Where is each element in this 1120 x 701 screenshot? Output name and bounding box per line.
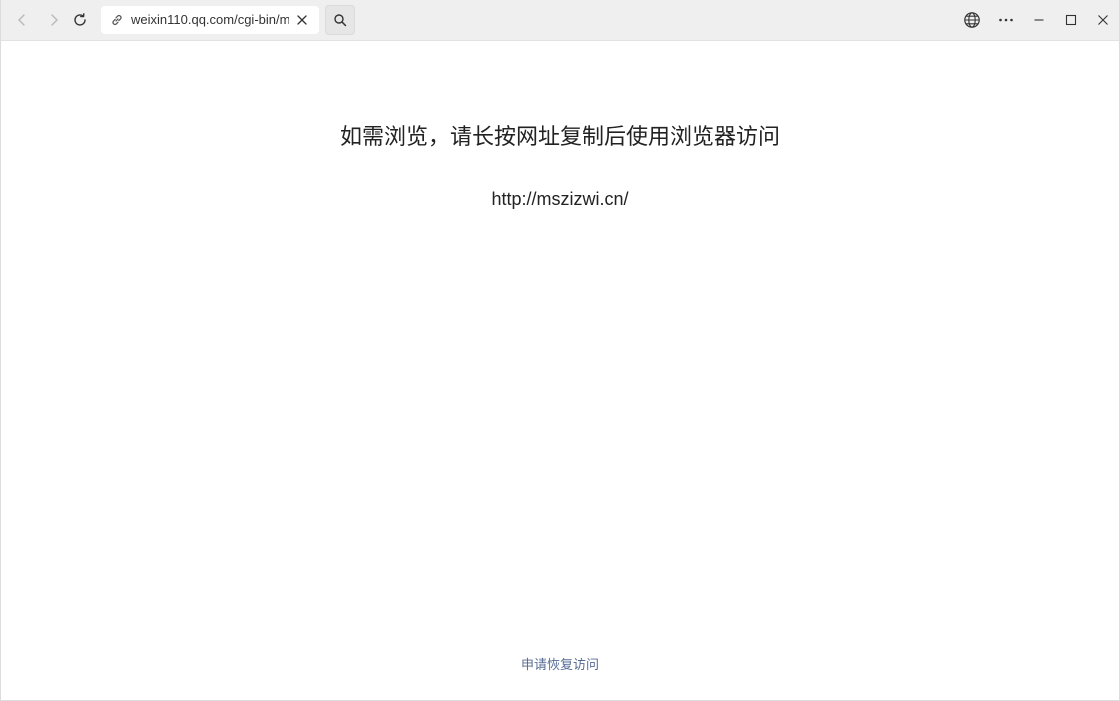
close-icon[interactable]: [295, 13, 309, 27]
chevron-left-icon: [18, 14, 25, 26]
more-icon: [999, 18, 1013, 22]
maximize-button[interactable]: [1057, 6, 1085, 34]
minimize-button[interactable]: [1025, 6, 1053, 34]
close-icon: [1098, 15, 1108, 25]
link-icon: [112, 15, 122, 25]
minimize-icon: [1034, 19, 1044, 21]
back-button[interactable]: [8, 6, 36, 34]
forward-button[interactable]: [40, 6, 68, 34]
globe-button[interactable]: [958, 6, 986, 34]
page-message: 如需浏览，请长按网址复制后使用浏览器访问: [339, 125, 780, 150]
more-button[interactable]: [992, 6, 1020, 34]
search-button[interactable]: [325, 5, 355, 35]
address-bar[interactable]: weixin110.qq.com/cgi-bin/mmspamsupport-b…: [101, 6, 319, 34]
close-window-button[interactable]: [1089, 6, 1117, 34]
reload-button[interactable]: [66, 6, 94, 34]
browser-toolbar: weixin110.qq.com/cgi-bin/mmspamsupport-b…: [1, 0, 1119, 41]
globe-icon: [964, 12, 980, 28]
address-url[interactable]: weixin110.qq.com/cgi-bin/mmspamsupport-b…: [131, 12, 289, 28]
request-restore-access-link[interactable]: 申请恢复访问: [1, 656, 1119, 676]
maximize-icon: [1065, 14, 1077, 26]
search-icon: [334, 14, 347, 27]
browser-window: weixin110.qq.com/cgi-bin/mmspamsupport-b…: [0, 0, 1120, 701]
reload-icon: [74, 13, 86, 26]
target-url-text: http://mszizwi.cn/: [491, 189, 629, 209]
chevron-right-icon: [51, 14, 58, 26]
